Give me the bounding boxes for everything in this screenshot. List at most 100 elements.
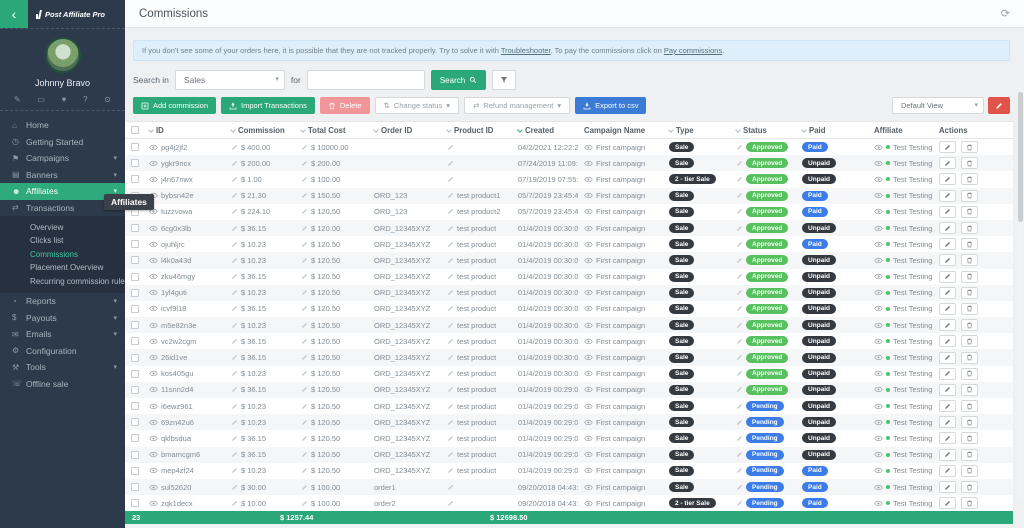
eye-icon[interactable] xyxy=(874,386,883,393)
edit-row-button[interactable] xyxy=(939,368,956,380)
eye-icon[interactable] xyxy=(584,241,593,248)
eye-icon[interactable] xyxy=(874,257,883,264)
pencil-icon[interactable] xyxy=(447,451,454,458)
sort-icon[interactable] xyxy=(801,127,807,133)
affiliate-name[interactable]: Test Testing xyxy=(893,369,932,378)
pencil-icon[interactable] xyxy=(301,305,308,312)
avatar[interactable] xyxy=(45,37,81,73)
affiliate-name[interactable]: Test Testing xyxy=(893,159,932,168)
delete-row-button[interactable] xyxy=(961,384,978,396)
filter-button[interactable] xyxy=(492,70,516,90)
pencil-icon[interactable] xyxy=(736,338,743,345)
affiliate-name[interactable]: Test Testing xyxy=(893,385,932,394)
delete-row-button[interactable] xyxy=(961,432,978,444)
pencil-icon[interactable] xyxy=(447,273,454,280)
edit-row-button[interactable] xyxy=(939,222,956,234)
monitor-icon[interactable]: ▭ xyxy=(37,95,45,104)
eye-icon[interactable] xyxy=(584,322,593,329)
vertical-scrollbar[interactable] xyxy=(1017,90,1024,500)
pencil-icon[interactable] xyxy=(736,305,743,312)
edit-row-button[interactable] xyxy=(939,497,956,509)
edit-row-button[interactable] xyxy=(939,481,956,493)
pencil-icon[interactable] xyxy=(736,257,743,264)
pencil-icon[interactable] xyxy=(231,241,238,248)
eye-icon[interactable] xyxy=(149,435,158,442)
search-button[interactable]: Search xyxy=(431,70,486,90)
pencil-icon[interactable] xyxy=(736,289,743,296)
affiliate-name[interactable]: Test Testing xyxy=(893,224,932,233)
pencil-icon[interactable] xyxy=(301,354,308,361)
eye-icon[interactable] xyxy=(149,144,158,151)
select-all-checkbox[interactable] xyxy=(131,126,139,134)
eye-icon[interactable] xyxy=(149,273,158,280)
pencil-icon[interactable] xyxy=(447,403,454,410)
affiliate-name[interactable]: Test Testing xyxy=(893,402,932,411)
edit-row-button[interactable] xyxy=(939,319,956,331)
delete-row-button[interactable] xyxy=(961,335,978,347)
pencil-icon[interactable] xyxy=(301,419,308,426)
edit-view-button[interactable] xyxy=(988,97,1010,114)
pencil-icon[interactable] xyxy=(231,354,238,361)
affiliate-name[interactable]: Test Testing xyxy=(893,191,932,200)
delete-row-button[interactable] xyxy=(961,416,978,428)
pencil-icon[interactable] xyxy=(301,484,308,491)
row-checkbox[interactable] xyxy=(131,143,139,151)
pencil-icon[interactable] xyxy=(447,370,454,377)
eye-icon[interactable] xyxy=(584,500,593,507)
pencil-icon[interactable] xyxy=(447,435,454,442)
eye-icon[interactable] xyxy=(584,289,593,296)
eye-icon[interactable] xyxy=(874,273,883,280)
eye-icon[interactable] xyxy=(149,354,158,361)
pencil-icon[interactable] xyxy=(301,176,308,183)
eye-icon[interactable] xyxy=(149,484,158,491)
eye-icon[interactable] xyxy=(149,403,158,410)
pencil-icon[interactable] xyxy=(447,467,454,474)
row-checkbox[interactable] xyxy=(131,337,139,345)
delete-row-button[interactable] xyxy=(961,222,978,234)
pencil-icon[interactable] xyxy=(231,289,238,296)
scrollbar-thumb[interactable] xyxy=(1018,92,1023,222)
row-checkbox[interactable] xyxy=(131,159,139,167)
pencil-icon[interactable] xyxy=(736,225,743,232)
edit-profile-icon[interactable]: ✎ xyxy=(14,95,21,104)
pencil-icon[interactable] xyxy=(447,160,454,167)
eye-icon[interactable] xyxy=(584,419,593,426)
delete-row-button[interactable] xyxy=(961,319,978,331)
delete-row-button[interactable] xyxy=(961,157,978,169)
change-status-button[interactable]: ⇅Change status▾ xyxy=(375,97,459,114)
pencil-icon[interactable] xyxy=(301,467,308,474)
pencil-icon[interactable] xyxy=(736,403,743,410)
eye-icon[interactable] xyxy=(874,484,883,491)
troubleshooter-link[interactable]: Troubleshooter xyxy=(501,46,551,55)
affiliate-name[interactable]: Test Testing xyxy=(893,418,932,427)
edit-row-button[interactable] xyxy=(939,206,956,218)
sort-icon[interactable] xyxy=(300,127,306,133)
collapse-sidebar-button[interactable]: ‹ xyxy=(0,0,28,28)
pencil-icon[interactable] xyxy=(301,435,308,442)
favorites-icon[interactable]: ♥ xyxy=(62,95,67,104)
affiliate-name[interactable]: Test Testing xyxy=(893,353,932,362)
row-checkbox[interactable] xyxy=(131,418,139,426)
eye-icon[interactable] xyxy=(584,386,593,393)
eye-icon[interactable] xyxy=(584,403,593,410)
eye-icon[interactable] xyxy=(149,305,158,312)
row-checkbox[interactable] xyxy=(131,256,139,264)
delete-button[interactable]: Delete xyxy=(320,97,370,114)
submenu-item-overview[interactable]: Overview xyxy=(0,221,125,234)
pencil-icon[interactable] xyxy=(447,257,454,264)
edit-row-button[interactable] xyxy=(939,157,956,169)
import-transactions-button[interactable]: Import Transactions xyxy=(221,97,315,114)
pencil-icon[interactable] xyxy=(447,354,454,361)
eye-icon[interactable] xyxy=(584,257,593,264)
eye-icon[interactable] xyxy=(874,176,883,183)
pencil-icon[interactable] xyxy=(231,160,238,167)
sidebar-item-reports[interactable]: ◔Reports▾ xyxy=(0,293,125,310)
pencil-icon[interactable] xyxy=(736,192,743,199)
eye-icon[interactable] xyxy=(584,484,593,491)
sort-icon[interactable] xyxy=(668,127,674,133)
sort-active-icon[interactable] xyxy=(517,127,523,133)
eye-icon[interactable] xyxy=(874,419,883,426)
delete-row-button[interactable] xyxy=(961,238,978,250)
pencil-icon[interactable] xyxy=(301,451,308,458)
pencil-icon[interactable] xyxy=(301,225,308,232)
